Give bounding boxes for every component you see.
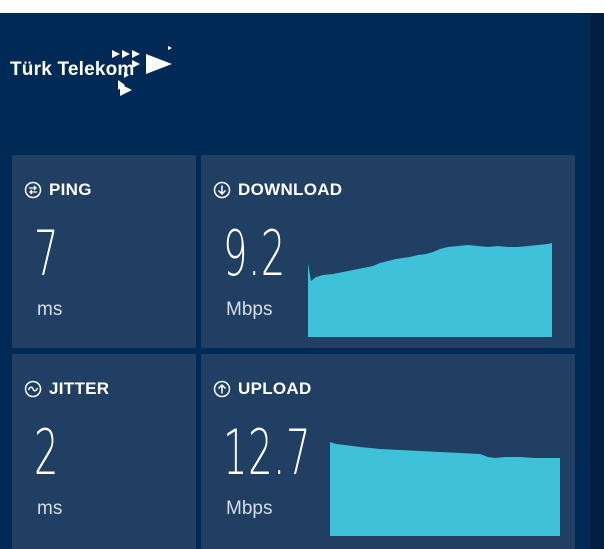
turk-telekom-logo: Türk Telekom (10, 44, 190, 100)
ping-icon (24, 181, 42, 199)
upload-arrow-icon (213, 380, 231, 398)
upload-value: 12.7 (223, 416, 312, 489)
upload-speed-graph (330, 442, 560, 536)
jitter-unit: ms (37, 498, 63, 519)
upload-header: UPLOAD (213, 379, 312, 399)
jitter-icon (24, 380, 42, 398)
download-label: DOWNLOAD (238, 180, 343, 199)
upload-label: UPLOAD (238, 379, 312, 398)
jitter-card: JITTER 2 ms (12, 354, 196, 549)
upload-unit: Mbps (226, 498, 273, 519)
ping-card: PING 7 ms (12, 155, 196, 348)
jitter-value: 2 (34, 416, 60, 489)
ping-unit: ms (37, 299, 63, 320)
ping-value: 7 (34, 217, 60, 290)
panel-edge (590, 13, 604, 549)
upload-card: UPLOAD 12.7 Mbps (201, 354, 575, 549)
jitter-header: JITTER (24, 379, 109, 399)
download-arrow-icon (213, 181, 231, 199)
jitter-label: JITTER (49, 379, 110, 398)
download-speed-graph (308, 243, 552, 337)
ping-header: PING (24, 180, 92, 200)
ping-label: PING (49, 180, 92, 199)
download-unit: Mbps (226, 299, 273, 320)
download-value: 9.2 (223, 217, 286, 290)
download-header: DOWNLOAD (213, 180, 342, 200)
download-card: DOWNLOAD 9.2 Mbps (201, 155, 575, 348)
logo-arrows-icon (112, 46, 172, 96)
